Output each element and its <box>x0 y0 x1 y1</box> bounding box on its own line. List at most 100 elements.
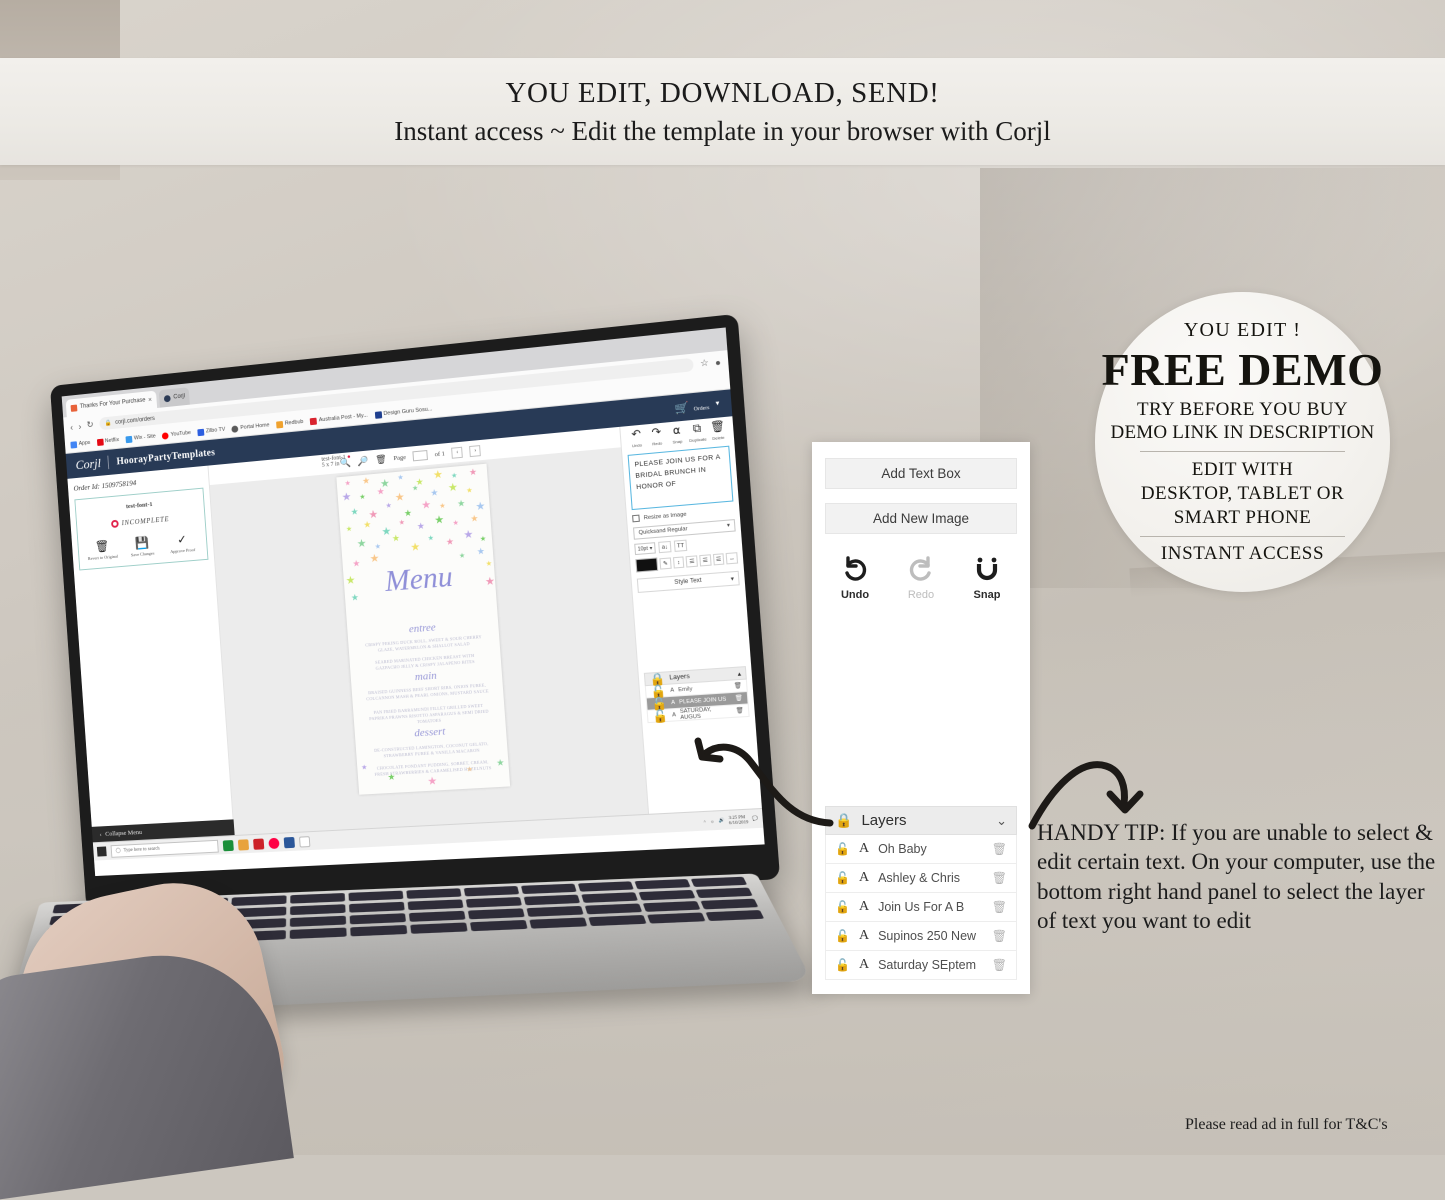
layer-row[interactable]: 🔓 A Ashley & Chris 🗑 <box>825 864 1017 893</box>
forward-icon[interactable]: › <box>78 421 81 431</box>
revert-to-original-button[interactable]: 🗑 Revert to Original <box>84 539 120 561</box>
profile-avatar-icon[interactable]: ● <box>715 357 722 368</box>
trash-icon[interactable]: 🗑 <box>992 929 1007 943</box>
tool-label: Redo <box>652 440 663 447</box>
bookmark-item[interactable]: Australia Post - My... <box>309 412 368 425</box>
tool-label: Snap <box>672 438 683 445</box>
redo-button[interactable]: ↷ Redo <box>646 426 668 447</box>
page-number-input[interactable] <box>412 449 429 462</box>
text-color-swatch[interactable] <box>635 557 659 573</box>
star-icon: ★ <box>376 486 385 497</box>
reload-icon[interactable]: ↻ <box>86 419 94 430</box>
bookmark-item[interactable]: Wix - Site <box>125 433 156 443</box>
chevron-down-icon[interactable]: ⌄ <box>996 813 1007 829</box>
trash-icon[interactable]: 🗑 <box>992 842 1007 856</box>
bookmark-item[interactable]: Apps <box>70 439 90 449</box>
chevron-up-icon[interactable]: ▴ <box>737 669 741 677</box>
line-height-icon[interactable]: ↕ <box>672 556 685 569</box>
template-thumbnail-card[interactable]: test-font-1 INCOMPLETE 🗑 Revert to Origi… <box>74 487 209 571</box>
menu-template-canvas[interactable]: ★ ★ ★ ★ ★ ★ ★ ★ ★ ★ ★ ★ ★ ★ ★ ★ ★ ★ ★ ★ ★ ★ ★ ★ ★ ★ ★ ★ ★ ★ ★ ★ ★ ★ ★ ★ ★ ★ ★ ★… <box>336 463 511 795</box>
unlock-icon[interactable]: 🔓 <box>835 900 850 914</box>
snap-icon: ⍺ <box>672 424 681 438</box>
thumbnail-title: test-font-1 <box>125 501 153 511</box>
header-divider <box>107 455 110 470</box>
action-label: Revert to Original <box>87 553 119 562</box>
trash-icon[interactable]: 🗑 <box>375 453 387 465</box>
chevron-down-icon[interactable]: ▼ <box>714 401 721 408</box>
unlock-icon[interactable]: 🔓 <box>835 958 850 972</box>
align-right-icon[interactable]: ☰ <box>712 553 725 566</box>
layers-header[interactable]: 🔒 Layers ⌄ <box>825 806 1017 835</box>
add-new-image-button[interactable]: Add New Image <box>825 503 1017 534</box>
bookmark-item[interactable]: Zilbo TV <box>197 426 225 436</box>
undo-button[interactable]: ↶ Undo <box>626 428 648 449</box>
redo-button[interactable]: Redo <box>901 556 941 601</box>
next-page-button[interactable]: › <box>469 444 482 457</box>
bookmark-item[interactable]: Design Guru Sosu... <box>374 406 433 419</box>
add-text-box-button[interactable]: Add Text Box <box>825 458 1017 489</box>
trash-icon[interactable]: 🗑 <box>735 694 744 702</box>
browser-tab-1[interactable]: Corjl <box>158 387 191 408</box>
powerpoint-icon[interactable] <box>283 836 295 848</box>
back-icon[interactable]: ‹ <box>70 422 73 432</box>
zoom-out-icon[interactable]: 🔎 <box>357 455 369 467</box>
unlock-icon[interactable]: 🔓 <box>835 871 850 885</box>
font-size-input[interactable]: 10pt ▾ <box>634 542 656 556</box>
snap-button[interactable]: ⍺ Snap <box>666 424 688 445</box>
bookmark-item[interactable]: YouTube <box>162 430 191 440</box>
align-left-icon[interactable]: ☰ <box>685 555 698 568</box>
checkbox-icon[interactable] <box>632 514 640 523</box>
star-icon: ★ <box>362 519 372 530</box>
bookmark-item[interactable]: Redbub <box>275 418 304 429</box>
trash-icon[interactable]: 🗑 <box>992 871 1007 885</box>
bookmark-item[interactable]: Netflix <box>96 437 119 446</box>
letter-spacing-icon[interactable]: ↔ <box>725 552 739 565</box>
layer-row[interactable]: 🔓 A Supinos 250 New 🗑 <box>825 922 1017 951</box>
bookmark-star-icon[interactable]: ☆ <box>700 357 709 369</box>
trash-icon[interactable]: 🗑 <box>734 682 743 690</box>
style-text-accordion[interactable]: Style Text ▾ <box>636 570 740 593</box>
windows-start-icon[interactable] <box>96 846 107 857</box>
acrobat-icon[interactable] <box>253 837 265 850</box>
save-changes-button[interactable]: 💾 Save Changes <box>124 536 161 559</box>
badge-instant-access: INSTANT ACCESS <box>1160 543 1325 565</box>
snap-button[interactable]: Snap <box>967 556 1007 601</box>
undo-button[interactable]: Undo <box>835 556 875 601</box>
lowercase-icon[interactable]: a↓ <box>658 540 672 554</box>
unlock-icon[interactable]: 🔓 <box>835 842 850 856</box>
layer-row[interactable]: 🔓 A Oh Baby 🗑 <box>825 835 1017 864</box>
close-icon[interactable]: × <box>148 396 152 403</box>
eyedropper-icon[interactable]: ✎ <box>659 557 672 570</box>
trash-icon[interactable]: 🗑 <box>735 707 745 715</box>
shop-name: HoorayPartyTemplates <box>116 446 216 467</box>
star-icon: ★ <box>420 498 432 512</box>
unlock-icon[interactable]: 🔓 <box>652 708 669 723</box>
delete-button[interactable]: 🗑 Delete <box>707 420 729 441</box>
trash-icon[interactable]: 🗑 <box>992 958 1007 972</box>
align-center-icon[interactable]: ☰ <box>699 554 712 567</box>
approve-proof-button[interactable]: ✓ Approve Proof <box>164 532 201 555</box>
layers-title: Layers <box>861 812 907 829</box>
text-content-input[interactable]: PLEASE JOIN US FOR A BRIDAL BRUNCH IN HO… <box>627 445 734 511</box>
laptop-layers-panel: 🔒 Layers ▴ 🔓 A Emily 🗑 🔓 A PLEASE JOIN U… <box>643 666 750 723</box>
action-label: Save Changes <box>130 550 155 558</box>
unlock-icon[interactable]: 🔓 <box>835 929 850 943</box>
windows-search-input[interactable]: ◯ Type here to search <box>110 839 219 858</box>
layer-row[interactable]: 🔓 A Saturday SEptem 🗑 <box>825 951 1017 980</box>
duplicate-button[interactable]: ⧉ Duplicate <box>686 422 708 443</box>
trash-icon[interactable]: 🗑 <box>992 900 1007 914</box>
corjl-logo[interactable]: Corjl <box>75 455 101 473</box>
excel-icon[interactable] <box>222 839 234 851</box>
page-of-label: of 1 <box>434 449 446 458</box>
mail-icon[interactable] <box>298 835 311 848</box>
star-icon: ★ <box>463 528 474 542</box>
prev-page-button[interactable]: ‹ <box>451 446 464 459</box>
orders-button[interactable]: 🛒 Orders ▼ <box>674 395 721 418</box>
text-layer-icon: A <box>670 699 676 706</box>
menu-title: Menu <box>383 559 454 598</box>
uppercase-icon[interactable]: TT <box>673 539 688 552</box>
bookmark-item[interactable]: Portal Home <box>231 422 270 433</box>
layer-row[interactable]: 🔓 A Join Us For A B 🗑 <box>825 893 1017 922</box>
chrome-icon[interactable] <box>268 837 280 849</box>
explorer-icon[interactable] <box>237 838 250 851</box>
